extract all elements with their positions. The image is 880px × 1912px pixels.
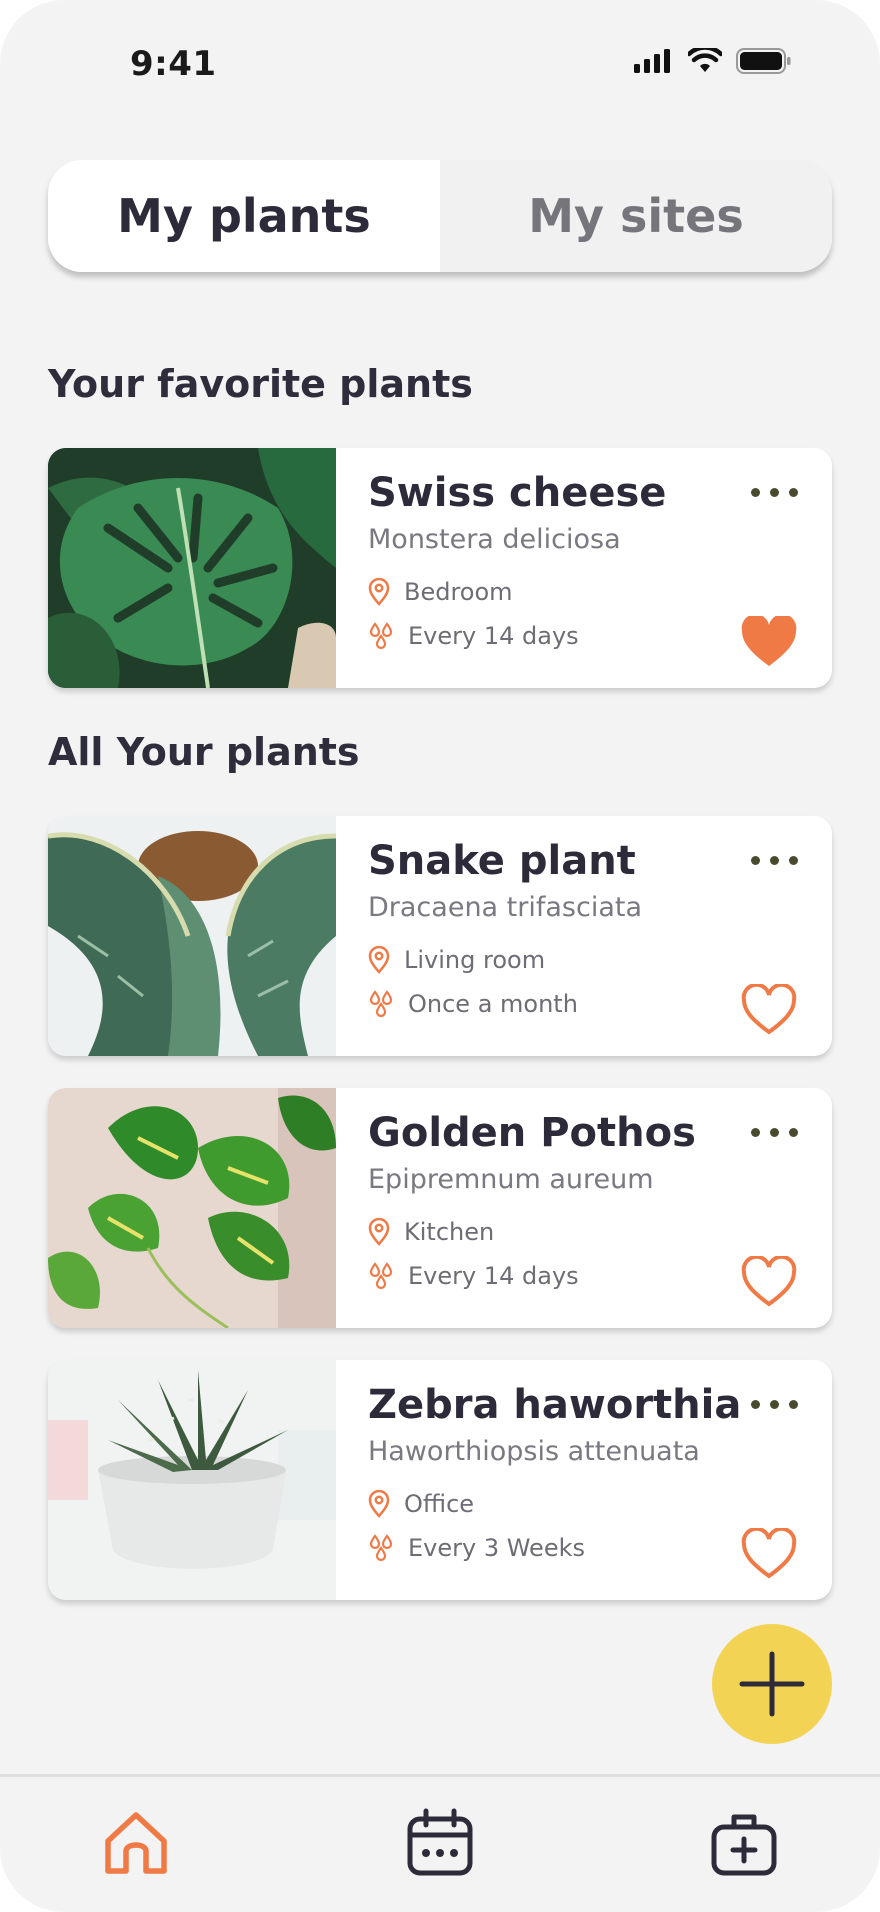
home-icon[interactable] [100, 1807, 172, 1879]
plant-location-label: Kitchen [404, 1218, 495, 1246]
plant-location: Kitchen [368, 1218, 494, 1246]
plant-location: Office [368, 1490, 474, 1518]
plant-card-golden-pothos[interactable]: Golden Pothos Epipremnum aureum Kitchen … [48, 1088, 832, 1328]
location-pin-icon [368, 1490, 390, 1518]
plant-name: Golden Pothos [368, 1110, 696, 1156]
water-drops-icon [369, 1262, 393, 1290]
plant-location-label: Office [404, 1490, 475, 1518]
plant-card-snake-plant[interactable]: Snake plant Dracaena trifasciata Living … [48, 816, 832, 1056]
battery-icon [736, 48, 791, 74]
plant-photo-snake-plant [48, 816, 336, 1056]
water-drops-icon [369, 1534, 393, 1562]
plant-location-label: Living room [404, 946, 546, 974]
plant-watering: Every 14 days [368, 622, 579, 650]
status-icons [634, 48, 792, 74]
plant-name: Snake plant [368, 838, 636, 884]
cellular-signal-icon [634, 49, 670, 73]
plant-photo-monstera [48, 448, 336, 688]
heart-filled-icon[interactable] [740, 616, 798, 668]
plant-location: Living room [368, 946, 545, 974]
location-pin-icon [368, 946, 390, 974]
water-drops-icon [369, 622, 393, 650]
plant-scientific-name: Epipremnum aureum [368, 1164, 654, 1195]
plant-watering: Every 14 days [368, 1262, 579, 1290]
plant-watering-label: Every 14 days [408, 622, 579, 650]
tab-my-plants[interactable]: My plants [48, 160, 440, 272]
add-plant-button[interactable] [712, 1624, 832, 1744]
plant-card-zebra-haworthia[interactable]: Zebra haworthia Haworthiopsis attenuata … [48, 1360, 832, 1600]
app-screen: 9:41 My plants My sites Your favorite pl… [0, 0, 880, 1912]
plus-icon [739, 1651, 805, 1717]
more-options-button[interactable] [751, 488, 798, 497]
plant-watering-label: Every 14 days [408, 1262, 579, 1290]
plant-scientific-name: Haworthiopsis attenuata [368, 1436, 700, 1467]
plant-scientific-name: Dracaena trifasciata [368, 892, 643, 923]
plant-name: Swiss cheese [368, 470, 667, 516]
more-options-button[interactable] [751, 856, 798, 865]
location-pin-icon [368, 1218, 390, 1246]
status-time: 9:41 [130, 44, 217, 84]
tab-my-sites[interactable]: My sites [440, 160, 832, 272]
water-drops-icon [369, 990, 393, 1018]
plant-card-swiss-cheese[interactable]: Swiss cheese Monstera deliciosa Bedroom … [48, 448, 832, 688]
plant-scientific-name: Monstera deliciosa [368, 524, 621, 555]
plant-watering: Every 3 Weeks [368, 1534, 585, 1562]
calendar-icon[interactable] [404, 1807, 476, 1879]
plant-watering-label: Once a month [408, 990, 578, 1018]
heart-outline-icon[interactable] [740, 1528, 798, 1580]
heart-outline-icon[interactable] [740, 1256, 798, 1308]
all-plants-section-title: All Your plants [48, 730, 360, 774]
plant-photo-golden-pothos [48, 1088, 336, 1328]
location-pin-icon [368, 578, 390, 606]
plant-watering-label: Every 3 Weeks [408, 1534, 585, 1562]
plant-watering: Once a month [368, 990, 578, 1018]
more-options-button[interactable] [751, 1128, 798, 1137]
plant-location: Bedroom [368, 578, 513, 606]
heart-outline-icon[interactable] [740, 984, 798, 1036]
segmented-tabs: My plants My sites [48, 160, 832, 272]
plant-photo-zebra-haworthia [48, 1360, 336, 1600]
bottom-navigation [0, 1774, 880, 1912]
wifi-icon [688, 48, 722, 72]
plant-name: Zebra haworthia [368, 1382, 742, 1428]
first-aid-kit-icon[interactable] [708, 1807, 780, 1879]
more-options-button[interactable] [751, 1400, 798, 1409]
plant-location-label: Bedroom [404, 578, 513, 606]
favorites-section-title: Your favorite plants [48, 362, 473, 406]
